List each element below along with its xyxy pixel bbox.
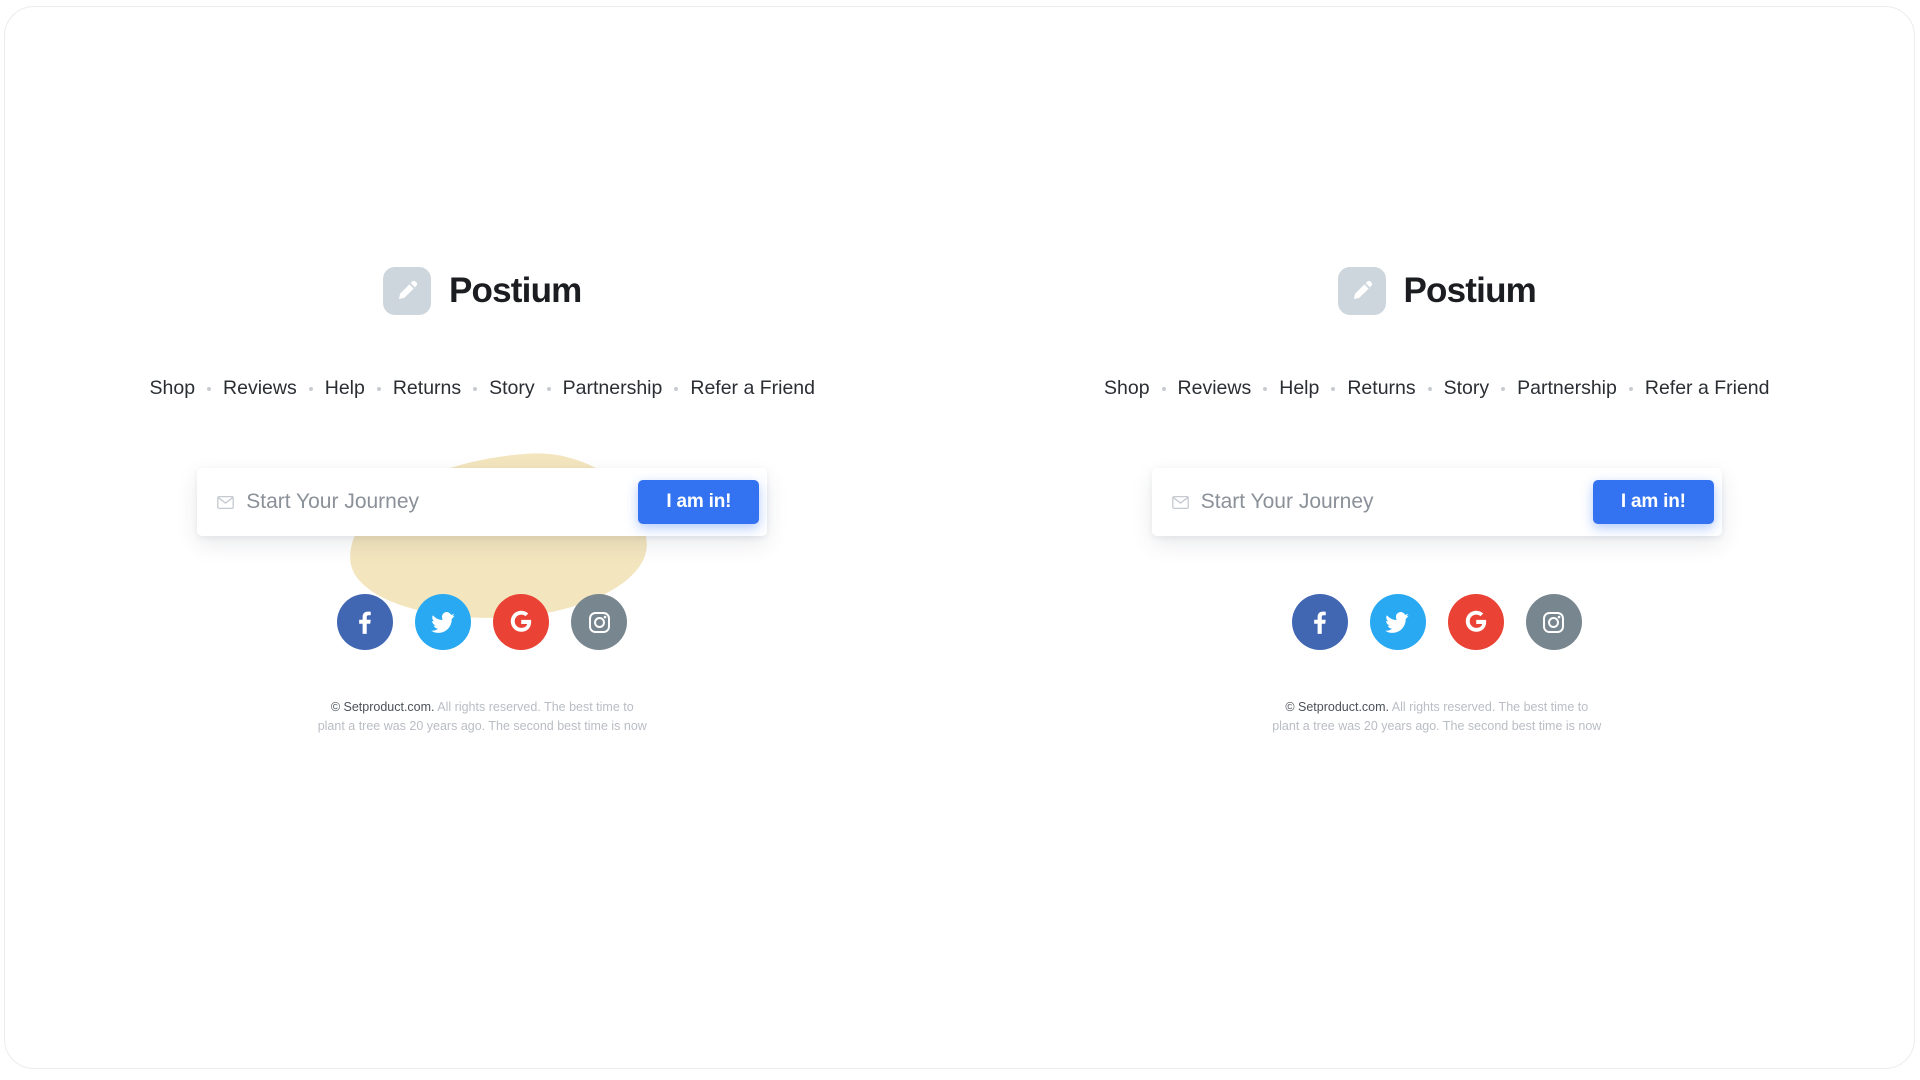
nav-link-story[interactable]: Story	[489, 377, 535, 400]
nav-link-partnership[interactable]: Partnership	[1517, 377, 1617, 400]
footer-panel-plain: Postium Shop Reviews Help Returns Story …	[960, 7, 1915, 1068]
page-card: Postium Shop Reviews Help Returns Story …	[4, 6, 1915, 1069]
nav-separator-dot	[674, 386, 679, 391]
copyright: © Setproduct.com. All rights reserved. T…	[1272, 698, 1602, 737]
email-input[interactable]	[1200, 490, 1593, 514]
copyright-brand: © Setproduct.com.	[330, 700, 435, 714]
nav-link-shop[interactable]: Shop	[150, 377, 196, 400]
nav-link-shop[interactable]: Shop	[1104, 377, 1150, 400]
panel-container: Postium Shop Reviews Help Returns Story …	[5, 7, 1914, 1068]
twitter-icon[interactable]	[1369, 594, 1426, 650]
instagram-icon[interactable]	[1525, 594, 1582, 650]
nav-separator-dot	[308, 386, 313, 391]
nav-separator-dot	[1427, 386, 1432, 391]
nav-separator-dot	[1628, 386, 1633, 391]
nav-separator-dot	[376, 386, 381, 391]
brand-logo[interactable]: Postium	[1337, 267, 1537, 315]
footer-nav: Shop Reviews Help Returns Story Partners…	[150, 377, 816, 400]
nav-separator-dot	[546, 386, 551, 391]
nav-link-story[interactable]: Story	[1444, 377, 1490, 400]
google-icon[interactable]	[1447, 594, 1504, 650]
subscribe-form: I am in!	[197, 468, 768, 536]
nav-separator-dot	[1501, 386, 1506, 391]
subscribe-button[interactable]: I am in!	[638, 480, 760, 524]
nav-link-refer-a-friend[interactable]: Refer a Friend	[1645, 377, 1770, 400]
social-links	[1291, 594, 1582, 650]
brand-name: Postium	[449, 271, 582, 310]
nav-link-reviews[interactable]: Reviews	[223, 377, 297, 400]
nav-separator-dot	[1263, 386, 1268, 391]
google-icon[interactable]	[493, 594, 550, 650]
nav-separator-dot	[1161, 386, 1166, 391]
subscribe-button[interactable]: I am in!	[1592, 480, 1714, 524]
social-links	[337, 594, 628, 650]
facebook-icon[interactable]	[337, 594, 394, 650]
nav-link-reviews[interactable]: Reviews	[1178, 377, 1252, 400]
nav-link-help[interactable]: Help	[325, 377, 365, 400]
copyright-brand: © Setproduct.com.	[1285, 700, 1390, 714]
pencil-icon	[1337, 267, 1386, 315]
nav-link-refer-a-friend[interactable]: Refer a Friend	[690, 377, 815, 400]
footer-panel-decorated: Postium Shop Reviews Help Returns Story …	[5, 7, 960, 1068]
nav-link-returns[interactable]: Returns	[393, 377, 461, 400]
twitter-icon[interactable]	[415, 594, 472, 650]
envelope-icon	[1171, 495, 1189, 509]
nav-separator-dot	[207, 386, 212, 391]
instagram-icon[interactable]	[571, 594, 628, 650]
nav-separator-dot	[473, 386, 478, 391]
brand-logo[interactable]: Postium	[383, 267, 582, 315]
footer-nav: Shop Reviews Help Returns Story Partners…	[1104, 377, 1770, 400]
subscribe-form: I am in!	[1151, 468, 1722, 536]
subscribe-form-box: I am in!	[197, 468, 768, 536]
pencil-icon	[383, 267, 431, 315]
nav-link-partnership[interactable]: Partnership	[563, 377, 663, 400]
brand-name: Postium	[1403, 271, 1537, 310]
nav-link-returns[interactable]: Returns	[1347, 377, 1415, 400]
nav-separator-dot	[1331, 386, 1336, 391]
subscribe-form-box: I am in!	[1151, 468, 1722, 536]
nav-link-help[interactable]: Help	[1279, 377, 1319, 400]
copyright: © Setproduct.com. All rights reserved. T…	[317, 698, 647, 737]
email-input[interactable]	[246, 490, 639, 514]
facebook-icon[interactable]	[1291, 594, 1348, 650]
envelope-icon	[217, 495, 235, 509]
